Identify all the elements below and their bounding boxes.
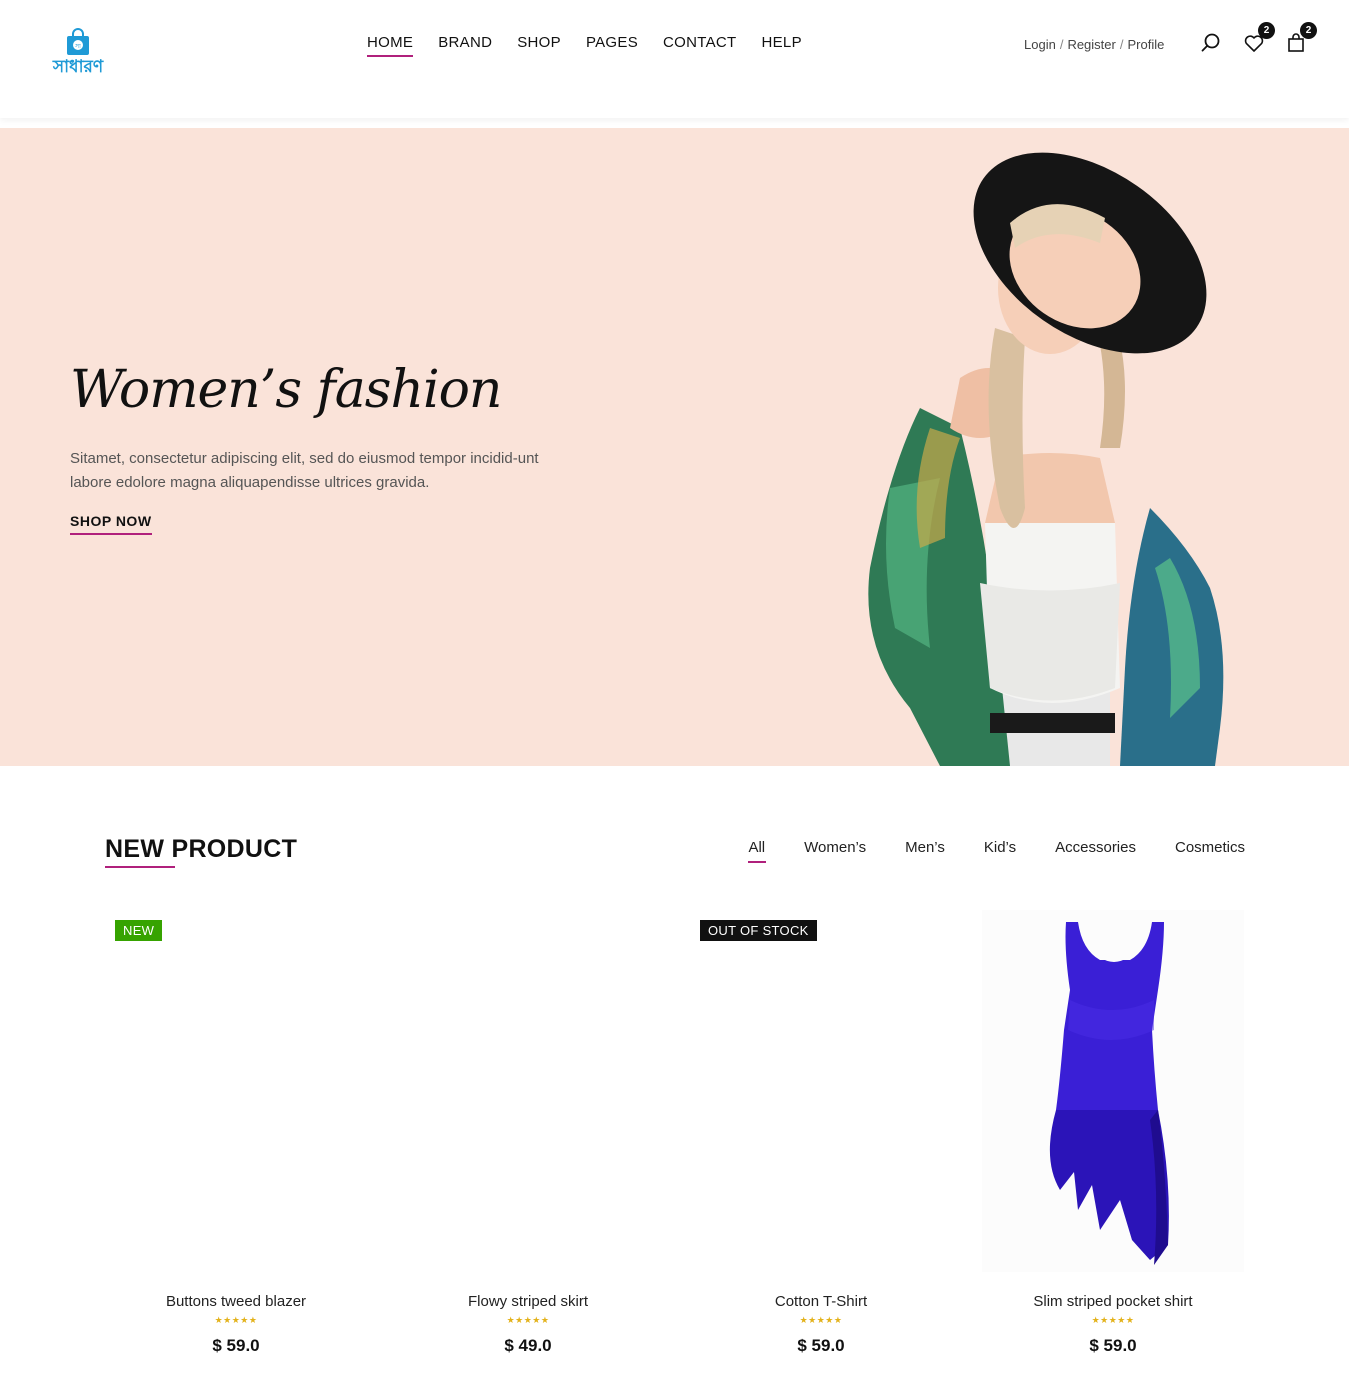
star-rating: ★★★★★: [1091, 1315, 1135, 1325]
filter-cosmetics[interactable]: Cosmetics: [1175, 839, 1245, 863]
account-separator: /: [1059, 37, 1064, 52]
shopping-bag-logo-icon: সা: [67, 28, 89, 55]
product-name[interactable]: Flowy striped skirt: [397, 1293, 659, 1310]
hero-description: Sitamet, consectetur adipiscing elit, se…: [70, 450, 539, 491]
nav-shop[interactable]: SHOP: [517, 34, 561, 57]
product-card[interactable]: Slim striped pocket shirt ★★★★★ $ 59.0: [982, 910, 1244, 1380]
nav-home[interactable]: HOME: [367, 34, 414, 57]
nav-help[interactable]: HELP: [762, 34, 802, 57]
product-price: $ 59.0: [797, 1336, 845, 1355]
login-link[interactable]: Login: [1024, 37, 1056, 52]
main-nav: HOME BRAND SHOP PAGES CONTACT HELP: [367, 34, 827, 57]
product-price: $ 49.0: [504, 1336, 552, 1355]
filter-womens[interactable]: Women’s: [804, 839, 866, 863]
new-label: NEW: [115, 920, 163, 941]
search-button[interactable]: [1199, 31, 1223, 55]
svg-text:সা: সা: [74, 43, 81, 50]
filter-mens[interactable]: Men’s: [905, 839, 945, 863]
filter-accessories[interactable]: Accessories: [1055, 839, 1136, 863]
product-image[interactable]: [982, 910, 1244, 1272]
account-links: Login / Register / Profile: [1024, 37, 1164, 52]
search-icon: [1201, 33, 1220, 52]
wishlist-button[interactable]: 2: [1242, 22, 1275, 55]
nav-pages[interactable]: PAGES: [586, 34, 638, 57]
section-title: NEW PRODUCT: [105, 835, 298, 863]
product-name[interactable]: Slim striped pocket shirt: [982, 1293, 1244, 1310]
logo-text: সাধারণ: [52, 57, 104, 77]
profile-link[interactable]: Profile: [1127, 37, 1164, 52]
product-card[interactable]: NEW Buttons tweed blazer ★★★★★ $ 59.0: [105, 910, 367, 1380]
cart-button[interactable]: 2: [1284, 22, 1317, 55]
product-filter-tabs: All Women’s Men’s Kid’s Accessories Cosm…: [709, 839, 1245, 863]
purple-dress-image: [1049, 922, 1169, 1265]
filter-all[interactable]: All: [748, 839, 767, 863]
nav-brand[interactable]: BRAND: [438, 34, 492, 57]
site-header: সা সাধারণ HOME BRAND SHOP PAGES CONTACT …: [0, 0, 1349, 118]
wishlist-count-badge: 2: [1258, 22, 1275, 39]
product-card[interactable]: Flowy striped skirt ★★★★★ $ 49.0: [397, 910, 659, 1380]
star-rating: ★★★★★: [799, 1315, 843, 1325]
shop-now-link[interactable]: SHOP NOW: [70, 513, 152, 535]
product-image[interactable]: [397, 910, 659, 1272]
out-of-stock-label: OUT OF STOCK: [700, 920, 817, 941]
product-price: $ 59.0: [212, 1336, 260, 1355]
product-name[interactable]: Cotton T-Shirt: [690, 1293, 952, 1310]
star-rating: ★★★★★: [214, 1315, 258, 1325]
hero-banner: Women’s fashion Sitamet, consectetur adi…: [0, 128, 1349, 766]
register-link[interactable]: Register: [1067, 37, 1115, 52]
product-price: $ 59.0: [1089, 1336, 1137, 1355]
nav-contact[interactable]: CONTACT: [663, 34, 736, 57]
product-image[interactable]: OUT OF STOCK: [690, 910, 952, 1272]
hero-title: Women’s fashion: [70, 360, 502, 420]
logo[interactable]: সা সাধারণ: [46, 26, 110, 78]
section-title-underline: [105, 866, 175, 868]
product-image[interactable]: NEW: [105, 910, 367, 1272]
hero-model-image: [868, 152, 1224, 766]
filter-kids[interactable]: Kid’s: [984, 839, 1016, 863]
star-rating: ★★★★★: [506, 1315, 550, 1325]
cart-count-badge: 2: [1300, 22, 1317, 39]
product-name[interactable]: Buttons tweed blazer: [105, 1293, 367, 1310]
product-card[interactable]: OUT OF STOCK Cotton T-Shirt ★★★★★ $ 59.0: [690, 910, 952, 1380]
account-separator: /: [1119, 37, 1124, 52]
